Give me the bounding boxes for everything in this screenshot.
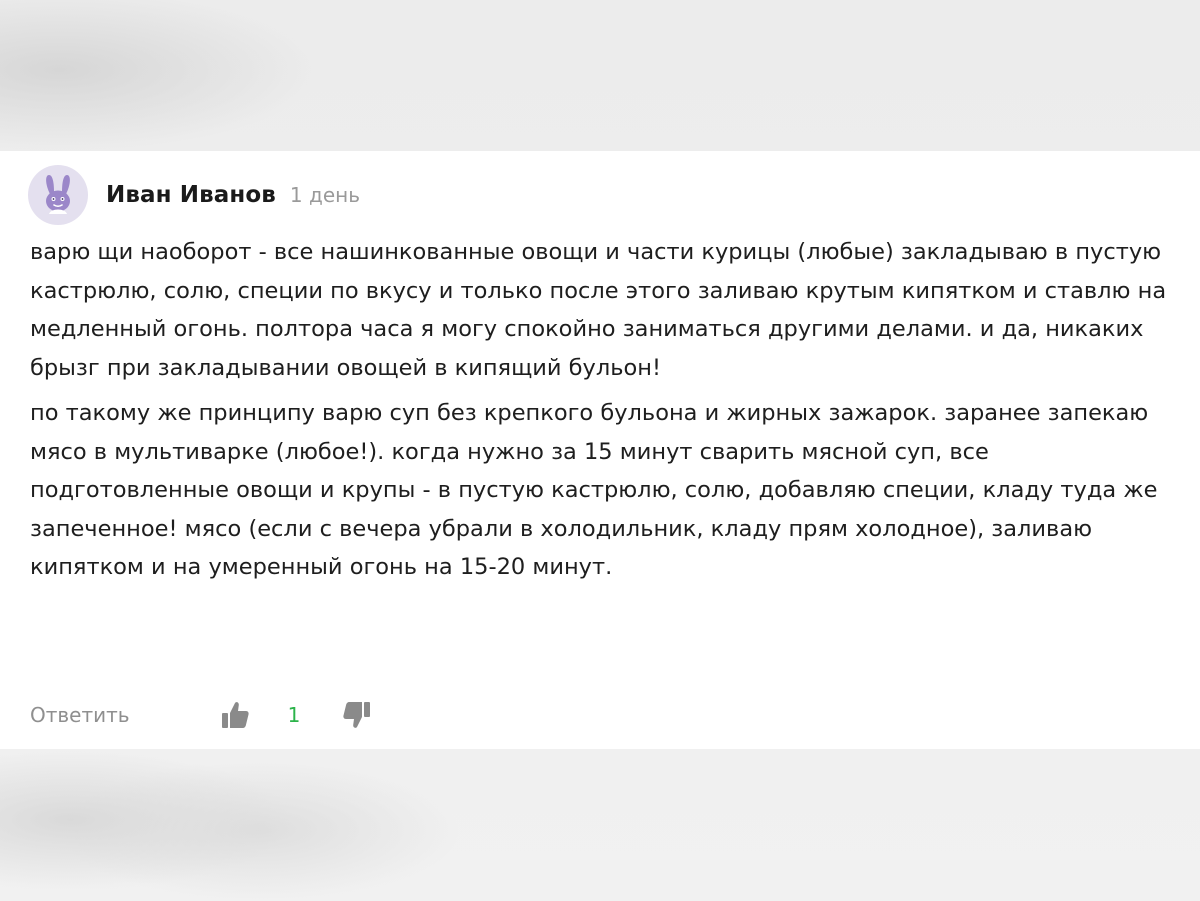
reply-button[interactable]: Ответить: [30, 703, 130, 727]
author-name[interactable]: Иван Иванов: [106, 182, 276, 208]
comment-card: Иван Иванов 1 день варю щи наоборот - вс…: [0, 151, 1200, 749]
thumbs-up-icon: [221, 702, 249, 728]
like-button[interactable]: [218, 698, 252, 732]
comment-paragraph: по такому же принципу варю суп без крепк…: [30, 400, 1158, 580]
comment-header: Иван Иванов 1 день: [28, 165, 360, 225]
avatar[interactable]: [28, 165, 88, 225]
bunny-avatar-icon: [46, 175, 70, 214]
thumbs-down-icon: [343, 702, 371, 728]
comment-paragraph: варю щи наоборот - все нашинкованные ово…: [30, 239, 1167, 381]
comment-body: варю щи наоборот - все нашинкованные ово…: [30, 233, 1180, 587]
comment-actions: Ответить 1: [30, 691, 374, 739]
comment-timestamp: 1 день: [289, 183, 360, 207]
like-count: 1: [287, 703, 301, 727]
dislike-button[interactable]: [340, 698, 374, 732]
